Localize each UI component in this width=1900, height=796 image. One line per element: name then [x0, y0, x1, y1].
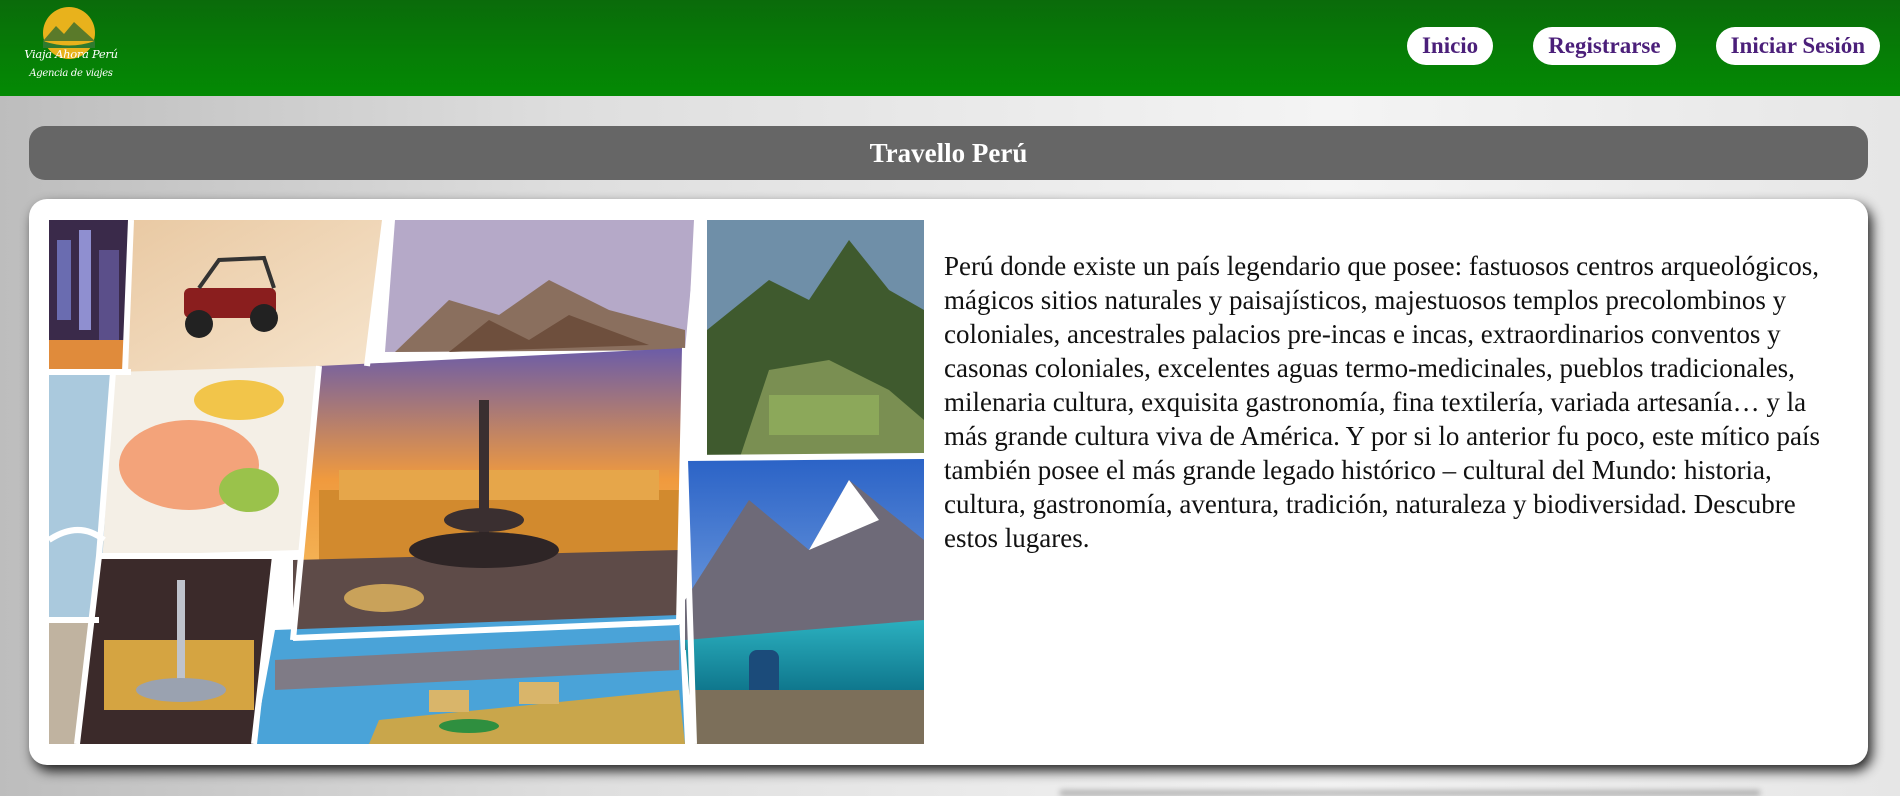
logo-title: Viaja Ahora Perú: [24, 47, 118, 61]
nav-registrarse-button[interactable]: Registrarse: [1533, 27, 1676, 65]
peru-collage-image: [49, 220, 924, 744]
site-logo[interactable]: Viaja Ahora Perú Agencia de viajes: [16, 4, 126, 92]
page-title: Travello Perú: [29, 126, 1868, 180]
top-navbar: Viaja Ahora Perú Agencia de viajes Inici…: [0, 0, 1900, 96]
logo-text: Viaja Ahora Perú Agencia de viajes: [16, 48, 126, 80]
peru-description: Perú donde existe un país legendario que…: [944, 251, 1820, 553]
nav-iniciar-sesion-button[interactable]: Iniciar Sesión: [1715, 27, 1880, 65]
content-card: Perú donde existe un país legendario que…: [29, 199, 1868, 765]
nav-buttons: Inicio Registrarse Iniciar Sesión: [1406, 27, 1880, 65]
collage-graphic: [49, 220, 924, 744]
logo-tagline: Agencia de viajes: [29, 68, 113, 79]
nav-inicio-button[interactable]: Inicio: [1406, 27, 1494, 65]
page-bottom-shadow: [1060, 790, 1760, 796]
